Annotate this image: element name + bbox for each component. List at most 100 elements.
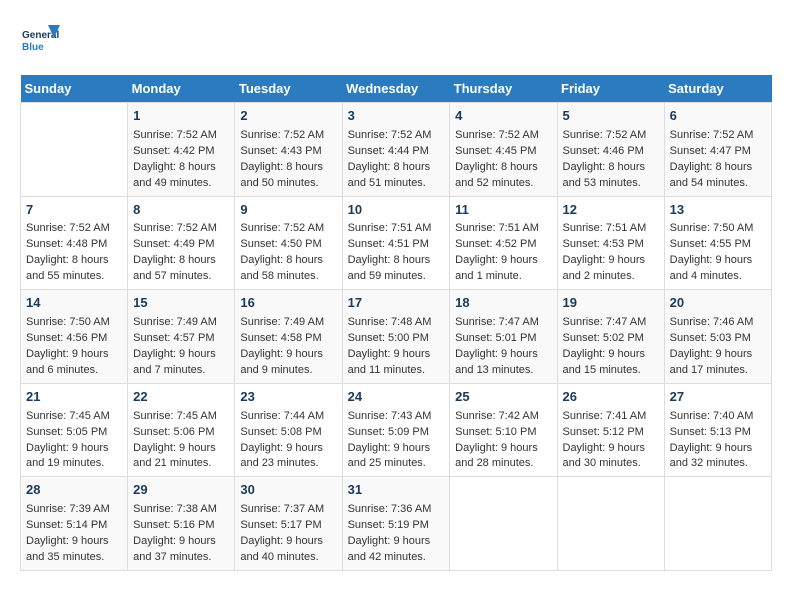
cell-info: Sunset: 4:48 PM [26,237,122,253]
cell-info: Sunrise: 7:40 AM [670,409,766,425]
cell-info: Daylight: 8 hours and 52 minutes. [455,160,551,192]
day-header-thursday: Thursday [450,75,557,103]
logo: General Blue [20,20,65,60]
cell-info: Daylight: 8 hours and 53 minutes. [563,160,659,192]
calendar-cell: 3Sunrise: 7:52 AMSunset: 4:44 PMDaylight… [342,103,450,197]
cell-info: Sunrise: 7:49 AM [133,315,229,331]
cell-info: Daylight: 9 hours and 25 minutes. [348,441,445,473]
cell-info: Sunset: 5:01 PM [455,331,551,347]
day-number: 10 [348,201,445,220]
cell-info: Daylight: 8 hours and 55 minutes. [26,253,122,285]
calendar-cell: 8Sunrise: 7:52 AMSunset: 4:49 PMDaylight… [128,196,235,290]
cell-info: Sunset: 5:13 PM [670,425,766,441]
cell-info: Sunset: 5:06 PM [133,425,229,441]
day-number: 19 [563,294,659,313]
cell-info: Sunset: 5:02 PM [563,331,659,347]
day-number: 7 [26,201,122,220]
cell-info: Daylight: 9 hours and 42 minutes. [348,534,445,566]
cell-info: Daylight: 9 hours and 1 minute. [455,253,551,285]
cell-info: Daylight: 9 hours and 37 minutes. [133,534,229,566]
cell-info: Sunrise: 7:42 AM [455,409,551,425]
day-header-monday: Monday [128,75,235,103]
cell-info: Sunrise: 7:52 AM [26,221,122,237]
cell-info: Sunset: 5:19 PM [348,518,445,534]
day-header-wednesday: Wednesday [342,75,450,103]
calendar-cell: 12Sunrise: 7:51 AMSunset: 4:53 PMDayligh… [557,196,664,290]
cell-info: Sunset: 4:49 PM [133,237,229,253]
cell-info: Sunrise: 7:52 AM [455,128,551,144]
cell-info: Sunset: 5:17 PM [240,518,336,534]
calendar-cell [21,103,128,197]
cell-info: Daylight: 9 hours and 13 minutes. [455,347,551,379]
calendar-cell: 28Sunrise: 7:39 AMSunset: 5:14 PMDayligh… [21,477,128,571]
calendar-cell: 27Sunrise: 7:40 AMSunset: 5:13 PMDayligh… [664,383,771,477]
cell-info: Sunrise: 7:44 AM [240,409,336,425]
day-number: 31 [348,481,445,500]
day-number: 13 [670,201,766,220]
cell-info: Sunset: 4:44 PM [348,144,445,160]
cell-info: Sunrise: 7:51 AM [563,221,659,237]
day-number: 20 [670,294,766,313]
calendar-cell: 23Sunrise: 7:44 AMSunset: 5:08 PMDayligh… [235,383,342,477]
calendar-cell [450,477,557,571]
calendar-cell: 21Sunrise: 7:45 AMSunset: 5:05 PMDayligh… [21,383,128,477]
day-number: 4 [455,107,551,126]
calendar-cell: 6Sunrise: 7:52 AMSunset: 4:47 PMDaylight… [664,103,771,197]
cell-info: Sunrise: 7:47 AM [455,315,551,331]
day-number: 18 [455,294,551,313]
calendar-cell: 17Sunrise: 7:48 AMSunset: 5:00 PMDayligh… [342,290,450,384]
calendar-cell: 22Sunrise: 7:45 AMSunset: 5:06 PMDayligh… [128,383,235,477]
cell-info: Daylight: 9 hours and 4 minutes. [670,253,766,285]
cell-info: Daylight: 9 hours and 9 minutes. [240,347,336,379]
cell-info: Sunrise: 7:37 AM [240,502,336,518]
day-number: 6 [670,107,766,126]
cell-info: Sunset: 5:00 PM [348,331,445,347]
cell-info: Sunset: 4:56 PM [26,331,122,347]
calendar-cell: 13Sunrise: 7:50 AMSunset: 4:55 PMDayligh… [664,196,771,290]
calendar-cell: 9Sunrise: 7:52 AMSunset: 4:50 PMDaylight… [235,196,342,290]
calendar-cell: 16Sunrise: 7:49 AMSunset: 4:58 PMDayligh… [235,290,342,384]
day-number: 24 [348,388,445,407]
day-number: 21 [26,388,122,407]
cell-info: Daylight: 9 hours and 7 minutes. [133,347,229,379]
cell-info: Sunset: 4:58 PM [240,331,336,347]
cell-info: Sunset: 4:55 PM [670,237,766,253]
calendar-cell: 14Sunrise: 7:50 AMSunset: 4:56 PMDayligh… [21,290,128,384]
day-number: 17 [348,294,445,313]
day-header-tuesday: Tuesday [235,75,342,103]
cell-info: Sunset: 4:52 PM [455,237,551,253]
day-header-saturday: Saturday [664,75,771,103]
cell-info: Daylight: 9 hours and 6 minutes. [26,347,122,379]
cell-info: Sunrise: 7:45 AM [26,409,122,425]
cell-info: Sunset: 5:03 PM [670,331,766,347]
cell-info: Sunset: 4:50 PM [240,237,336,253]
day-number: 30 [240,481,336,500]
cell-info: Sunset: 5:05 PM [26,425,122,441]
day-number: 2 [240,107,336,126]
day-number: 8 [133,201,229,220]
calendar-cell: 19Sunrise: 7:47 AMSunset: 5:02 PMDayligh… [557,290,664,384]
cell-info: Sunrise: 7:50 AM [26,315,122,331]
page-header: General Blue [20,20,772,60]
cell-info: Sunrise: 7:50 AM [670,221,766,237]
cell-info: Sunset: 4:47 PM [670,144,766,160]
cell-info: Daylight: 9 hours and 21 minutes. [133,441,229,473]
calendar-cell: 30Sunrise: 7:37 AMSunset: 5:17 PMDayligh… [235,477,342,571]
cell-info: Daylight: 8 hours and 51 minutes. [348,160,445,192]
cell-info: Sunset: 4:42 PM [133,144,229,160]
day-number: 16 [240,294,336,313]
cell-info: Daylight: 9 hours and 23 minutes. [240,441,336,473]
calendar-cell: 11Sunrise: 7:51 AMSunset: 4:52 PMDayligh… [450,196,557,290]
cell-info: Sunrise: 7:47 AM [563,315,659,331]
calendar-cell [664,477,771,571]
week-row-3: 14Sunrise: 7:50 AMSunset: 4:56 PMDayligh… [21,290,772,384]
calendar-cell: 18 Sunrise: 7:47 AMSunset: 5:01 PMDayligh… [450,290,557,384]
calendar-cell: 26Sunrise: 7:41 AMSunset: 5:12 PMDayligh… [557,383,664,477]
cell-info: Sunset: 5:09 PM [348,425,445,441]
day-number: 22 [133,388,229,407]
week-row-5: 28Sunrise: 7:39 AMSunset: 5:14 PMDayligh… [21,477,772,571]
calendar-cell: 4Sunrise: 7:52 AMSunset: 4:45 PMDaylight… [450,103,557,197]
cell-info: Daylight: 9 hours and 30 minutes. [563,441,659,473]
cell-info: Sunrise: 7:52 AM [563,128,659,144]
cell-info: Daylight: 8 hours and 57 minutes. [133,253,229,285]
